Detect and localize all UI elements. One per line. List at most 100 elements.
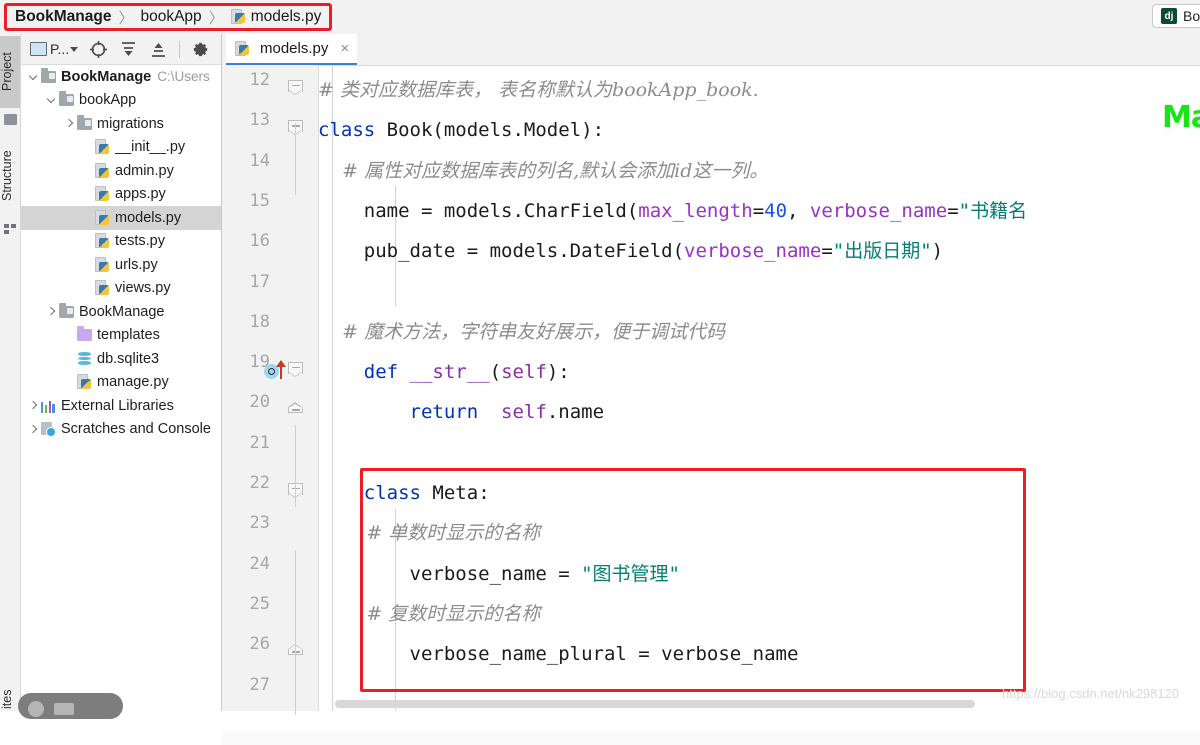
code-line[interactable]: verbose_name_plural = verbose_name bbox=[318, 634, 799, 674]
python-file-icon bbox=[95, 256, 110, 273]
code-token: __str__ bbox=[409, 361, 490, 384]
expand-all-button[interactable] bbox=[119, 40, 138, 59]
tree-item-label: migrations bbox=[97, 115, 164, 132]
code-line[interactable]: def __str__(self): bbox=[318, 352, 570, 392]
run-configuration-chip[interactable]: dj Bo bbox=[1152, 4, 1200, 28]
tree-item-label: admin.py bbox=[115, 162, 174, 179]
breadcrumb-item-project[interactable]: BookManage bbox=[15, 8, 111, 26]
django-icon: dj bbox=[1161, 8, 1177, 24]
line-number: 27 bbox=[249, 674, 270, 695]
code-line[interactable]: # 单数时显示的名称 bbox=[318, 513, 540, 553]
breadcrumb[interactable]: BookManage 〉 bookApp 〉 models.py bbox=[4, 3, 333, 31]
tree-item-templates[interactable]: templates bbox=[21, 324, 221, 348]
python-file-icon bbox=[95, 233, 110, 249]
fold-collapse-icon[interactable] bbox=[288, 80, 303, 95]
code-content[interactable]: # 类对应数据库表， 表名称默认为bookApp_book. class Book… bbox=[318, 65, 1200, 711]
tree-item---init---py[interactable]: __init__.py bbox=[21, 136, 221, 160]
code-line[interactable]: return self.name bbox=[318, 392, 605, 432]
settings-gear-button[interactable] bbox=[191, 40, 210, 59]
code-line[interactable]: class Meta: bbox=[318, 473, 490, 513]
python-file-icon bbox=[95, 209, 110, 226]
tree-item-bookmanage[interactable]: BookManage bbox=[21, 300, 221, 324]
chevron-down-icon[interactable] bbox=[45, 94, 58, 107]
code-line[interactable]: # 类对应数据库表， 表名称默认为bookApp_book. bbox=[318, 70, 759, 110]
breadcrumb-separator-icon: 〉 bbox=[208, 9, 224, 27]
code-line[interactable]: pub_date = models.DateField(verbose_name… bbox=[318, 231, 943, 271]
code-token: verbose_name = bbox=[318, 562, 582, 585]
tree-item-views-py[interactable]: views.py bbox=[21, 277, 221, 301]
collapse-all-button[interactable] bbox=[149, 40, 168, 59]
code-token: pub_date = models.DateField( bbox=[318, 240, 685, 263]
tree-item-label: bookApp bbox=[79, 92, 137, 109]
code-token: # 复数时显示的名称 bbox=[318, 602, 541, 625]
horizontal-scrollbar-thumb[interactable] bbox=[335, 700, 975, 708]
code-token: = bbox=[947, 199, 959, 222]
code-token: : bbox=[478, 482, 490, 504]
code-line[interactable]: class Book(models.Model): bbox=[318, 110, 604, 150]
breadcrumb-separator-icon: 〉 bbox=[118, 9, 134, 27]
code-token: = bbox=[752, 199, 765, 222]
code-token: return bbox=[409, 401, 479, 424]
breadcrumb-item-file[interactable]: models.py bbox=[251, 8, 322, 26]
scratches-icon bbox=[41, 421, 56, 437]
override-method-icon[interactable] bbox=[264, 360, 294, 382]
code-token: = bbox=[821, 240, 833, 263]
code-token: ( bbox=[489, 361, 502, 384]
line-number: 17 bbox=[249, 271, 270, 292]
project-file-tree[interactable]: BookManage C:\Users bookApp migrations __ini… bbox=[21, 65, 221, 711]
run-configuration-label: Bo bbox=[1183, 8, 1200, 24]
tab-models-py[interactable]: models.py × bbox=[226, 34, 358, 65]
python-file-icon bbox=[95, 186, 110, 202]
code-line[interactable]: name = models.CharField(max_length=40, v… bbox=[318, 191, 1027, 231]
code-token: class bbox=[318, 119, 376, 142]
tree-item-label: templates bbox=[97, 327, 160, 344]
code-line[interactable]: verbose_name = "图书管理" bbox=[318, 554, 681, 594]
tree-item-db-sqlite3[interactable]: db.sqlite3 bbox=[21, 347, 221, 371]
tree-item-apps-py[interactable]: apps.py bbox=[21, 183, 221, 207]
line-number: 22 bbox=[249, 473, 270, 493]
project-scope-label: P... bbox=[50, 41, 70, 57]
tree-item-bookapp[interactable]: bookApp bbox=[21, 89, 221, 113]
close-icon[interactable]: × bbox=[340, 41, 349, 56]
tree-item-tests-py[interactable]: tests.py bbox=[21, 230, 221, 254]
tree-item-models-py[interactable]: models.py bbox=[21, 206, 221, 230]
tree-item-migrations[interactable]: migrations bbox=[21, 112, 221, 136]
tree-item-admin-py[interactable]: admin.py bbox=[21, 159, 221, 183]
tree-item-bookmanage[interactable]: BookManage C:\Users bbox=[21, 65, 221, 89]
tree-item-manage-py[interactable]: manage.py bbox=[21, 371, 221, 395]
pycharm-window: BookManage 〉 bookApp 〉 models.py dj Bo P… bbox=[0, 0, 1200, 745]
fold-end-icon[interactable] bbox=[288, 402, 303, 417]
line-number: 23 bbox=[249, 513, 270, 534]
tree-item-external-libraries[interactable]: External Libraries bbox=[21, 394, 221, 418]
locate-in-tree-button[interactable] bbox=[89, 40, 108, 59]
code-line[interactable]: # 属性对应数据库表的列名,默认会添加id这一列。 bbox=[318, 151, 768, 191]
editor-gutter[interactable]: 12 13 14 15 16 17 18 19 20 21 22 23 24 25 26 27 bbox=[222, 65, 319, 715]
sidebar-item-project[interactable]: Project bbox=[0, 36, 20, 108]
csdn-watermark: https://blog.csdn.net/nk298120 bbox=[1002, 686, 1180, 701]
folder-module-icon bbox=[77, 114, 92, 130]
chevron-right-icon[interactable] bbox=[45, 305, 58, 318]
chevron-right-icon[interactable] bbox=[63, 117, 76, 130]
breadcrumb-item-module[interactable]: bookApp bbox=[140, 8, 201, 26]
sidebar-item-favorites[interactable]: ites bbox=[0, 674, 20, 724]
chevron-down-icon[interactable] bbox=[27, 70, 40, 83]
code-token: .name bbox=[546, 401, 605, 424]
tree-item-scratches-and-console[interactable]: Scratches and Console bbox=[21, 418, 221, 442]
sidebar-item-structure[interactable]: Structure bbox=[0, 136, 20, 216]
tree-item-urls-py[interactable]: urls.py bbox=[21, 253, 221, 277]
project-scope-selector[interactable]: P... bbox=[30, 40, 79, 59]
line-number: 20 bbox=[249, 392, 270, 413]
code-token: ) bbox=[931, 240, 944, 263]
code-line[interactable]: # 魔术方法，字符串友好展示，便于调试代码 bbox=[318, 312, 725, 352]
bottom-overlay-pill bbox=[18, 693, 123, 719]
code-line[interactable]: # 复数时显示的名称 bbox=[318, 594, 540, 634]
tree-item-label: __init__.py bbox=[115, 139, 186, 156]
chevron-right-icon[interactable] bbox=[27, 399, 40, 412]
chevron-right-icon[interactable] bbox=[27, 423, 40, 436]
